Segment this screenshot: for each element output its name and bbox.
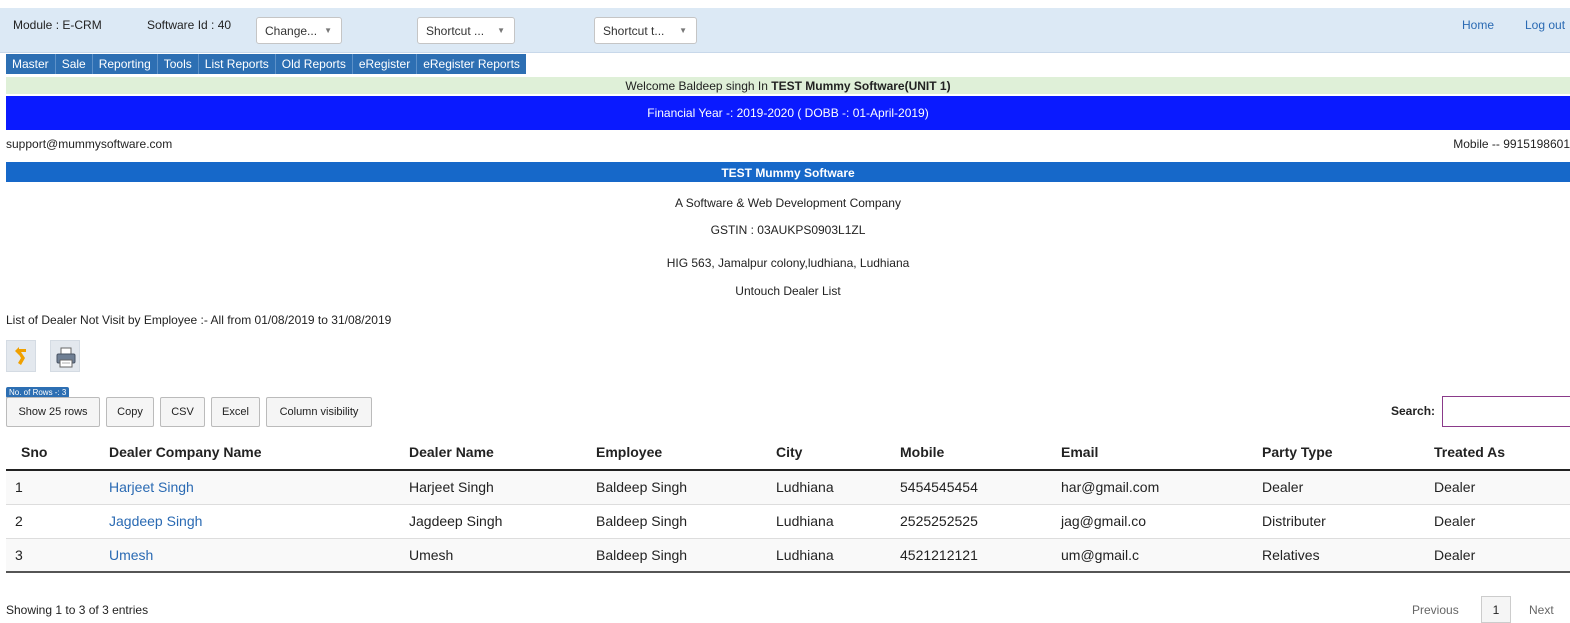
- cell-dealer-name: Umesh: [409, 538, 596, 573]
- cell-mobile: 4521212121: [900, 538, 1061, 573]
- column-header-city[interactable]: City: [776, 434, 900, 471]
- shortcut-dropdown-1-value: Shortcut ...: [426, 24, 485, 38]
- company-tagline: A Software & Web Development Company: [675, 196, 901, 210]
- welcome-text: Welcome Baldeep singh In: [625, 79, 772, 93]
- shortcut-dropdown-2-value: Shortcut t...: [603, 24, 665, 38]
- table-header-row: Sno Dealer Company Name Dealer Name Empl…: [6, 434, 1570, 471]
- show-rows-button[interactable]: Show 25 rows: [6, 397, 100, 427]
- chevron-down-icon: ▼: [497, 26, 505, 35]
- cell-email: um@gmail.c: [1061, 538, 1262, 573]
- table-row: 1 Harjeet Singh Harjeet Singh Baldeep Si…: [6, 470, 1570, 505]
- module-label: Module : E-CRM: [13, 18, 102, 32]
- cell-employee: Baldeep Singh: [596, 470, 776, 505]
- cell-mobile: 5454545454: [900, 470, 1061, 505]
- cell-email: jag@gmail.co: [1061, 504, 1262, 539]
- main-menu: Master Sale Reporting Tools List Reports…: [6, 54, 526, 74]
- change-dropdown-value: Change...: [265, 24, 318, 38]
- welcome-company: TEST Mummy Software(UNIT 1): [771, 79, 951, 93]
- dealer-company-link[interactable]: Jagdeep Singh: [109, 504, 409, 539]
- chevron-down-icon: ▼: [324, 26, 332, 35]
- excel-button[interactable]: Excel: [211, 397, 260, 427]
- support-mobile: Mobile -- 9915198601: [1453, 137, 1570, 151]
- logout-link[interactable]: Log out: [1525, 18, 1565, 32]
- cell-mobile: 2525252525: [900, 504, 1061, 539]
- menu-item-eregister[interactable]: eRegister: [353, 54, 418, 74]
- cell-city: Ludhiana: [776, 470, 900, 505]
- pagination-previous[interactable]: Previous: [1412, 603, 1459, 617]
- pagination-next[interactable]: Next: [1529, 603, 1554, 617]
- menu-item-tools[interactable]: Tools: [158, 54, 199, 74]
- list-caption: List of Dealer Not Visit by Employee :- …: [6, 313, 392, 327]
- dealer-company-link[interactable]: Umesh: [109, 538, 409, 573]
- change-dropdown[interactable]: Change... ▼: [256, 17, 342, 44]
- cell-treated-as: Dealer: [1434, 538, 1570, 573]
- cell-party-type: Distributer: [1262, 504, 1434, 539]
- printer-icon: [56, 347, 76, 368]
- home-link[interactable]: Home: [1462, 18, 1494, 32]
- entries-info: Showing 1 to 3 of 3 entries: [6, 603, 149, 617]
- copy-button[interactable]: Copy: [106, 397, 154, 427]
- search-input[interactable]: [1442, 396, 1570, 427]
- cell-sno: 3: [6, 538, 109, 573]
- column-visibility-button[interactable]: Column visibility: [266, 397, 372, 427]
- company-address: HIG 563, Jamalpur colony,ludhiana, Ludhi…: [666, 256, 910, 270]
- column-header-sno[interactable]: Sno: [6, 434, 109, 471]
- financial-year-banner: Financial Year -: 2019-2020 ( DOBB -: 01…: [6, 96, 1570, 130]
- report-title: Untouch Dealer List: [735, 284, 841, 298]
- column-header-mobile[interactable]: Mobile: [900, 434, 1061, 471]
- shortcut-dropdown-1[interactable]: Shortcut ... ▼: [417, 17, 515, 44]
- menu-item-old-reports[interactable]: Old Reports: [276, 54, 353, 74]
- column-header-email[interactable]: Email: [1061, 434, 1262, 471]
- software-id-label: Software Id : 40: [147, 18, 232, 32]
- cell-treated-as: Dealer: [1434, 470, 1570, 505]
- table-row: 2 Jagdeep Singh Jagdeep Singh Baldeep Si…: [6, 504, 1570, 539]
- dealer-company-link[interactable]: Harjeet Singh: [109, 470, 409, 505]
- print-button[interactable]: [50, 340, 80, 372]
- column-header-dealer-company-name[interactable]: Dealer Company Name: [109, 434, 409, 471]
- csv-button[interactable]: CSV: [160, 397, 205, 427]
- support-email: support@mummysoftware.com: [6, 137, 173, 151]
- back-arrow-icon: [15, 347, 26, 365]
- chevron-down-icon: ▼: [679, 26, 687, 35]
- menu-item-eregister-reports[interactable]: eRegister Reports: [417, 54, 526, 74]
- column-header-dealer-name[interactable]: Dealer Name: [409, 434, 596, 471]
- shortcut-dropdown-2[interactable]: Shortcut t... ▼: [594, 17, 697, 44]
- cell-party-type: Relatives: [1262, 538, 1434, 573]
- cell-sno: 1: [6, 470, 109, 505]
- menu-item-reporting[interactable]: Reporting: [93, 54, 158, 74]
- back-button[interactable]: [6, 340, 36, 372]
- cell-email: har@gmail.com: [1061, 470, 1262, 505]
- company-gstin: GSTIN : 03AUKPS0903L1ZL: [710, 223, 866, 237]
- column-header-employee[interactable]: Employee: [596, 434, 776, 471]
- welcome-banner: Welcome Baldeep singh In TEST Mummy Soft…: [6, 77, 1570, 94]
- cell-treated-as: Dealer: [1434, 504, 1570, 539]
- cell-dealer-name: Harjeet Singh: [409, 470, 596, 505]
- menu-item-list-reports[interactable]: List Reports: [199, 54, 276, 74]
- dealer-table: Sno Dealer Company Name Dealer Name Empl…: [6, 434, 1570, 573]
- menu-item-master[interactable]: Master: [6, 54, 56, 74]
- cell-city: Ludhiana: [776, 504, 900, 539]
- column-header-treated-as[interactable]: Treated As: [1434, 434, 1570, 471]
- top-bar: Module : E-CRM Software Id : 40 Change..…: [0, 8, 1570, 53]
- pagination-page-1[interactable]: 1: [1481, 596, 1511, 623]
- cell-sno: 2: [6, 504, 109, 539]
- cell-employee: Baldeep Singh: [596, 538, 776, 573]
- cell-party-type: Dealer: [1262, 470, 1434, 505]
- cell-employee: Baldeep Singh: [596, 504, 776, 539]
- column-header-party-type[interactable]: Party Type: [1262, 434, 1434, 471]
- search-label: Search:: [1391, 404, 1436, 418]
- table-row: 3 Umesh Umesh Baldeep Singh Ludhiana 452…: [6, 538, 1570, 573]
- cell-dealer-name: Jagdeep Singh: [409, 504, 596, 539]
- menu-item-sale[interactable]: Sale: [56, 54, 93, 74]
- company-name-bar: TEST Mummy Software: [6, 162, 1570, 182]
- cell-city: Ludhiana: [776, 538, 900, 573]
